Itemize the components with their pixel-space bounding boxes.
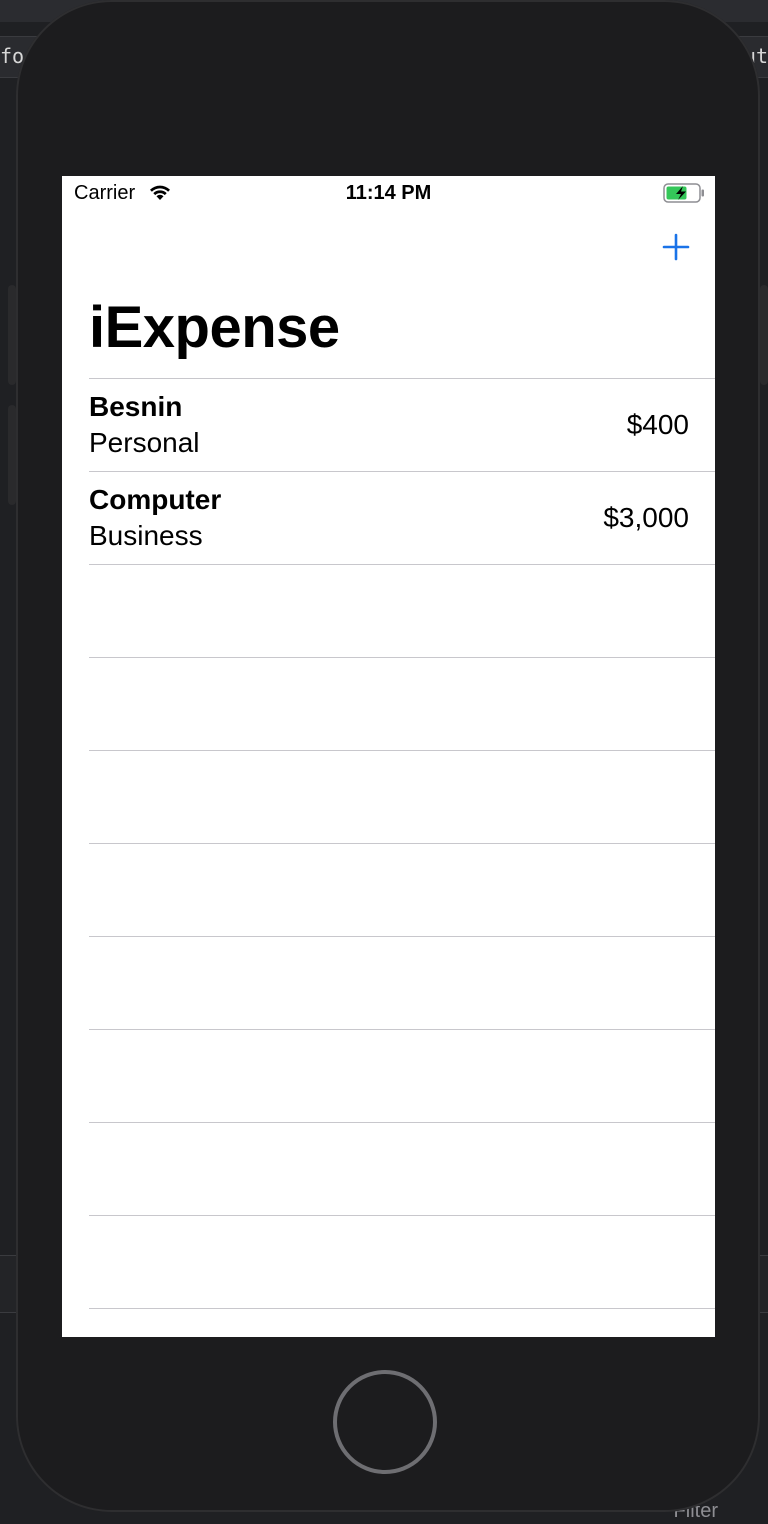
expense-row[interactable]: Besnin Personal $400 bbox=[89, 378, 715, 471]
page-title: iExpense bbox=[89, 295, 340, 360]
empty-list-row bbox=[89, 843, 715, 936]
empty-list-row bbox=[89, 564, 715, 657]
phone-screen: Carrier 11:14 PM iExpense Besnin Persona… bbox=[62, 176, 715, 1337]
side-button bbox=[8, 405, 16, 505]
expense-list: Besnin Personal $400 Computer Business $… bbox=[89, 378, 715, 1337]
empty-list-row bbox=[89, 750, 715, 843]
expense-amount: $400 bbox=[626, 409, 689, 440]
empty-list-row bbox=[89, 936, 715, 1029]
empty-list-row bbox=[89, 657, 715, 750]
expense-type: Personal bbox=[89, 427, 200, 458]
expense-amount: $3,000 bbox=[603, 502, 689, 533]
status-bar: Carrier 11:14 PM bbox=[62, 176, 715, 212]
expense-row[interactable]: Computer Business $3,000 bbox=[89, 471, 715, 564]
expense-name: Computer bbox=[89, 484, 222, 515]
status-time: 11:14 PM bbox=[345, 182, 432, 204]
battery-charging-icon bbox=[663, 183, 705, 208]
plus-icon bbox=[662, 233, 690, 261]
side-button bbox=[8, 285, 16, 385]
expense-type: Business bbox=[89, 520, 203, 551]
add-expense-button[interactable] bbox=[661, 232, 691, 262]
empty-list-row bbox=[89, 1215, 715, 1308]
empty-list-row bbox=[89, 1308, 715, 1337]
home-button[interactable] bbox=[333, 1370, 437, 1474]
expense-name: Besnin bbox=[89, 391, 183, 422]
side-button bbox=[760, 285, 768, 385]
empty-list-row bbox=[89, 1122, 715, 1215]
empty-list-row bbox=[89, 1029, 715, 1122]
